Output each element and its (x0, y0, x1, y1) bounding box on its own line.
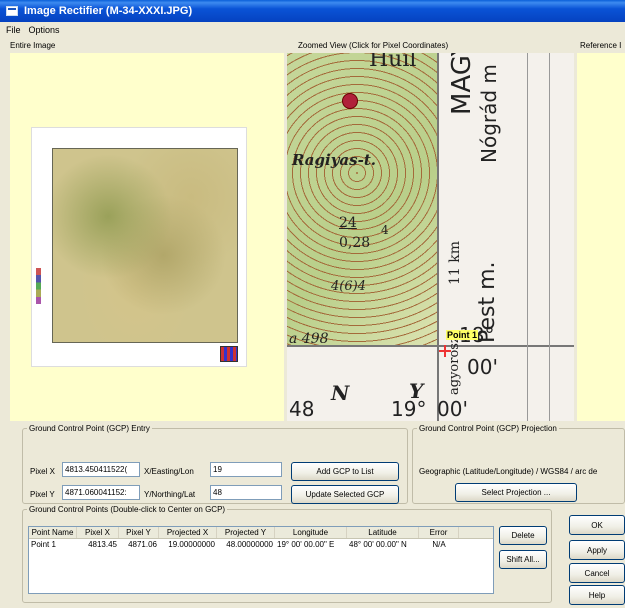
cancel-button[interactable]: Cancel (569, 563, 625, 583)
pixel-x-field[interactable]: 4813.450411522( (62, 462, 140, 477)
column-header[interactable]: Latitude (347, 527, 419, 538)
reference-image-label: Reference I (580, 41, 622, 50)
map-frame-line (287, 345, 574, 347)
menu-file[interactable]: File (2, 25, 25, 35)
shift-all-button[interactable]: Shift All... (499, 550, 547, 569)
map-border-line (549, 53, 550, 421)
map-text: Ragiyas-t. (292, 151, 376, 169)
pixel-y-field[interactable]: 4871.060041152: (62, 485, 140, 500)
gcp-marker-label: Point 1 (446, 330, 479, 340)
cell-pixel-x: 4813.45 (88, 540, 117, 549)
apply-button[interactable]: Apply (569, 540, 625, 560)
reference-image-pane[interactable] (577, 53, 625, 421)
add-gcp-button[interactable]: Add GCP to List (291, 462, 399, 481)
gcp-entry-legend: Ground Control Point (GCP) Entry (29, 424, 150, 433)
map-index-grid (220, 346, 238, 362)
y-northing-lat-field[interactable]: 48 (210, 485, 282, 500)
gcp-crosshair-icon (439, 345, 451, 357)
menu-options[interactable]: Options (25, 25, 64, 35)
title-bar[interactable]: Image Rectifier (M-34-XXXI.JPG) (0, 0, 625, 22)
y-northing-lat-label: Y/Northing/Lat (144, 490, 196, 499)
map-text: MAGYA (447, 53, 477, 115)
settlement-marker (342, 93, 358, 109)
window-title: Image Rectifier (M-34-XXXI.JPG) (24, 5, 193, 17)
map-text: a 498 (289, 331, 329, 347)
map-text: N (331, 381, 350, 405)
delete-button[interactable]: Delete (499, 526, 547, 545)
gcp-projection-legend: Ground Control Point (GCP) Projection (419, 424, 557, 433)
map-border-line (527, 53, 528, 421)
map-text: 48 (289, 397, 315, 421)
cell-point-name: Point 1 (31, 540, 56, 549)
map-text: 0,28 (339, 235, 371, 251)
map-thumbnail-image (52, 148, 238, 343)
x-easting-lon-label: X/Easting/Lon (144, 467, 194, 476)
cell-projected-y: 48.00000000 (226, 540, 273, 549)
cell-projected-x: 19.00000000 (168, 540, 215, 549)
table-row[interactable]: Point 1 4813.45 4871.06 19.00000000 48.0… (29, 539, 493, 551)
map-text: 4(6)4 (331, 279, 366, 294)
map-text: 24 (339, 215, 357, 231)
cell-latitude: 48° 00' 00.00" N (349, 540, 407, 549)
map-thumbnail[interactable] (31, 127, 247, 367)
map-text: Huil (369, 53, 417, 72)
map-frame-line (437, 53, 439, 421)
projection-value: Geographic (Latitude/Longitude) / WGS84 … (419, 467, 598, 476)
map-text: 00' (467, 355, 498, 379)
x-easting-lon-field[interactable]: 19 (210, 462, 282, 477)
cell-longitude: 19° 00' 00.00" E (277, 540, 335, 549)
column-header[interactable]: Projected X (159, 527, 217, 538)
column-header[interactable]: Pixel X (77, 527, 119, 538)
cell-pixel-y: 4871.06 (128, 540, 157, 549)
entire-image-pane[interactable] (10, 53, 284, 421)
map-text: Nógrád m (477, 64, 501, 163)
select-projection-button[interactable]: Select Projection ... (455, 483, 577, 502)
column-header[interactable]: Projected Y (217, 527, 275, 538)
gcp-list-header: Point Name Pixel X Pixel Y Projected X P… (29, 527, 493, 539)
column-header[interactable]: Point Name (29, 527, 77, 538)
column-header[interactable]: Longitude (275, 527, 347, 538)
map-text: 4 (381, 223, 389, 237)
pixel-y-label: Pixel Y (30, 490, 55, 499)
column-header[interactable]: Pixel Y (119, 527, 159, 538)
menu-bar: File Options (0, 22, 625, 38)
zoomed-view-pane[interactable]: Huil MAGYA Nógrád m Ragiyas-t. 24 0,28 4… (287, 53, 574, 421)
column-header[interactable]: Error (419, 527, 459, 538)
app-icon (6, 6, 18, 16)
help-button[interactable]: Help (569, 585, 625, 605)
map-text: 19° (391, 397, 427, 421)
map-text: 00' (437, 397, 468, 421)
map-text: 11 km (447, 240, 463, 285)
pixel-x-label: Pixel X (30, 467, 55, 476)
entire-image-label: Entire Image (10, 41, 56, 50)
image-rectifier-window: Image Rectifier (M-34-XXXI.JPG) File Opt… (0, 0, 625, 608)
update-gcp-button[interactable]: Update Selected GCP (291, 485, 399, 504)
zoomed-view-label: Zoomed View (Click for Pixel Coordinates… (298, 41, 449, 50)
cell-error: N/A (432, 540, 446, 549)
gcp-list[interactable]: Point Name Pixel X Pixel Y Projected X P… (28, 526, 494, 594)
ok-button[interactable]: OK (569, 515, 625, 535)
gcp-list-legend: Ground Control Points (Double-click to C… (29, 505, 226, 514)
map-legend-swatches (36, 268, 41, 304)
